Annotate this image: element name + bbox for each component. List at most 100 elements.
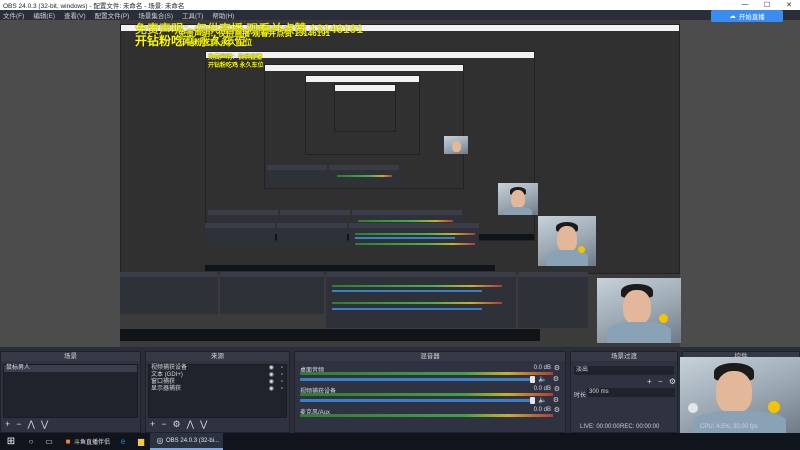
- sources-list[interactable]: 视频捕获设备 ◉ ▫ 文本 (GDI+) ◉ ▫ 窗口捕获 ◉ ▫ 显示器捕获 ◉ ▫: [148, 364, 287, 418]
- lock-icon[interactable]: ▫: [281, 386, 283, 393]
- duration-value: 300 ms: [589, 389, 609, 395]
- maximize-button[interactable]: ☐: [756, 1, 778, 9]
- volume-slider[interactable]: [300, 378, 533, 381]
- nested-webcam-large: [538, 216, 596, 266]
- search-icon[interactable]: ○: [22, 433, 40, 450]
- source-item[interactable]: 文本 (GDI+) ◉ ▫: [149, 372, 286, 379]
- nested-webcam-medium: [498, 183, 538, 215]
- visibility-eye-icon[interactable]: ◉: [269, 372, 274, 379]
- taskbar-item-obs[interactable]: ◎ OBS 24.0.3 (32-bi...: [150, 433, 224, 450]
- channel-gear-icon[interactable]: ⚙: [553, 396, 559, 404]
- rec-time: REC: 00:00:00: [620, 424, 660, 430]
- duration-label: 时长: [574, 393, 587, 399]
- lock-icon[interactable]: ▫: [281, 372, 283, 379]
- menu-bar: 文件(F) 编辑(E) 查看(V) 配置文件(P) 场景集合(S) 工具(T) …: [0, 10, 800, 20]
- visibility-eye-icon[interactable]: ◉: [269, 365, 274, 372]
- mixer-channel: 桌面音频 0.0 dB ⚙ 🔈 ⚙: [297, 364, 563, 385]
- channel-settings-icon[interactable]: ⚙: [554, 385, 560, 393]
- transition-controls: + − ⚙: [647, 377, 676, 386]
- transition-type-select[interactable]: 淡出: [574, 366, 674, 375]
- nested-sources-panel: [220, 272, 324, 314]
- menu-help[interactable]: 帮助(H): [212, 10, 234, 20]
- source-item[interactable]: 窗口捕获 ◉ ▫: [149, 379, 286, 386]
- source-item[interactable]: 视频捕获设备 ◉ ▫: [149, 365, 286, 372]
- taskbar-item-douyu[interactable]: ■ 斗鱼直播伴侣: [58, 433, 114, 450]
- mixer-channel: 视频捕获设备 0.0 dB ⚙ 🔈 ⚙: [297, 385, 563, 406]
- mixer-dock-title: 混音器: [295, 352, 565, 361]
- nested-webcam-small: [444, 136, 468, 154]
- menu-tools[interactable]: 工具(T): [182, 10, 203, 20]
- visibility-eye-icon[interactable]: ◉: [269, 386, 274, 393]
- remove-transition-button[interactable]: −: [658, 377, 663, 386]
- channel-settings-icon[interactable]: ⚙: [554, 364, 560, 372]
- source-label: 文本 (GDI+): [151, 372, 183, 378]
- volume-slider-handle[interactable]: [530, 397, 535, 404]
- preview-area[interactable]: 免责声明：仅供直播 观看并点赞 13146191 开钻粉吃鸡 永久车位 免责声明…: [0, 20, 800, 347]
- live-icon: ☁: [729, 13, 736, 20]
- volume-slider-handle[interactable]: [530, 376, 535, 383]
- task-view-icon[interactable]: ▭: [40, 433, 58, 450]
- menu-view[interactable]: 查看(V): [64, 10, 86, 20]
- channel-db: 0.0 dB: [533, 386, 551, 392]
- nested-taskbar: [120, 329, 540, 341]
- volume-meter: [300, 372, 553, 375]
- overlay-slogan-text-2: 开钻粉吃鸡 永久车位: [178, 38, 253, 47]
- add-transition-button[interactable]: +: [647, 377, 652, 386]
- volume-slider[interactable]: [300, 399, 533, 402]
- visibility-eye-icon[interactable]: ◉: [269, 379, 274, 386]
- sources-dock-title: 来源: [146, 352, 289, 361]
- taskbar-item-label: 斗鱼直播伴侣: [74, 440, 111, 446]
- nested-mixer-panel: [326, 272, 516, 328]
- speaker-icon[interactable]: 🔈: [538, 396, 547, 404]
- nested-obs-window: [120, 24, 680, 274]
- source-label: 视频捕获设备: [151, 365, 188, 371]
- lock-icon[interactable]: ▫: [281, 365, 283, 372]
- scenes-dock-title: 场景: [1, 352, 140, 361]
- duration-input[interactable]: 300 ms: [587, 388, 675, 397]
- transition-type-value: 淡出: [576, 367, 589, 373]
- transition-settings-icon[interactable]: ⚙: [669, 377, 676, 386]
- windows-start-icon[interactable]: ⊞: [0, 433, 22, 450]
- scene-item[interactable]: 鼠标男人: [4, 365, 137, 372]
- source-label: 显示器捕获: [151, 386, 182, 392]
- volume-meter: [300, 393, 553, 396]
- live-time: LIVE: 00:00:00: [580, 424, 620, 430]
- nested-obs-window: [264, 64, 464, 189]
- window-title: OBS 24.0.3 (32-bit, windows) - 配置文件: 未命名…: [3, 3, 185, 10]
- nested-obs-window: [305, 75, 420, 155]
- nested-obs-window: [334, 84, 396, 132]
- menu-edit[interactable]: 编辑(E): [33, 10, 55, 20]
- douyu-icon: ■: [65, 437, 71, 446]
- nested-transitions-panel: [518, 272, 588, 328]
- channel-db: 0.0 dB: [533, 407, 551, 413]
- edge-icon[interactable]: e: [114, 433, 132, 450]
- status-bar: LIVE: 00:00:00 REC: 00:00:00 CPU: 4.5%, …: [0, 421, 800, 433]
- window-titlebar: OBS 24.0.3 (32-bit, windows) - 配置文件: 未命名…: [0, 0, 800, 10]
- channel-gear-icon[interactable]: ⚙: [553, 375, 559, 383]
- minimize-button[interactable]: —: [734, 1, 756, 9]
- close-button[interactable]: ✕: [778, 1, 800, 9]
- menu-scene-collection[interactable]: 场景集合(S): [138, 10, 173, 20]
- scenes-list[interactable]: 鼠标男人: [3, 364, 138, 418]
- window-controls: — ☐ ✕: [734, 1, 800, 9]
- menu-profile[interactable]: 配置文件(P): [95, 10, 130, 20]
- transitions-dock-title: 场景过渡: [571, 352, 677, 361]
- source-item[interactable]: 显示器捕获 ◉ ▫: [149, 386, 286, 393]
- preview-canvas[interactable]: [120, 20, 680, 347]
- source-label: 窗口捕获: [151, 379, 176, 385]
- nested-scenes-panel: [120, 272, 218, 314]
- nested-obs-window: [205, 51, 535, 241]
- lock-icon[interactable]: ▫: [281, 379, 283, 386]
- overlay-slogan-text-3: 开钻粉吃鸡 永久车位: [208, 63, 264, 69]
- start-streaming-button[interactable]: ☁ 开始直播: [711, 10, 783, 22]
- volume-meter: [300, 414, 553, 417]
- channel-db: 0.0 dB: [533, 365, 551, 371]
- file-explorer-icon[interactable]: ▆: [132, 433, 150, 450]
- speaker-icon[interactable]: 🔈: [538, 375, 547, 383]
- start-streaming-label: 开始直播: [738, 14, 765, 21]
- menu-file[interactable]: 文件(F): [3, 10, 24, 20]
- cpu-status: CPU: 4.5%, 30.00 fps: [700, 424, 758, 430]
- obs-icon: ◎: [156, 436, 164, 445]
- channel-settings-icon[interactable]: ⚙: [554, 406, 560, 414]
- windows-taskbar: ⊞ ○ ▭ ■ 斗鱼直播伴侣 e ▆ ◎ OBS 24.0.3 (32-bi..…: [0, 433, 800, 450]
